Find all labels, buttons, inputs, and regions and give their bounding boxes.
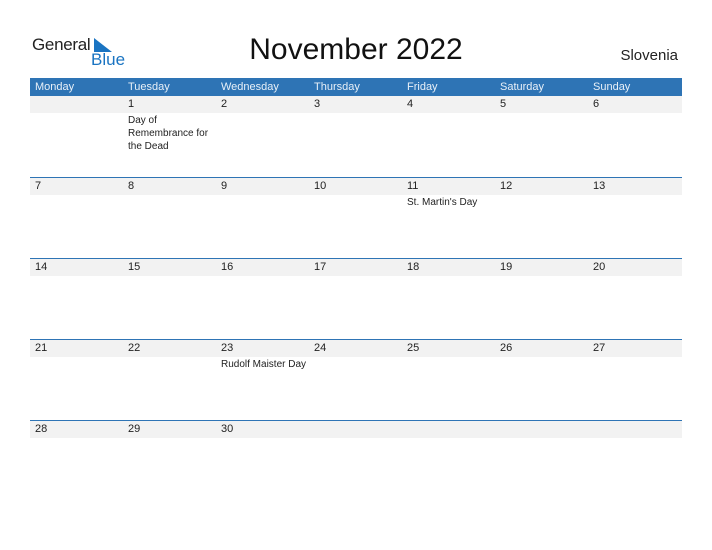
holiday-label: [309, 438, 402, 439]
date-number: 13: [593, 180, 606, 192]
date-number: 20: [593, 261, 606, 273]
holiday-label: [216, 195, 309, 209]
date-number: 14: [35, 261, 48, 273]
date-number: 19: [500, 261, 513, 273]
holiday-row: [30, 276, 682, 277]
weekday-header: Monday Tuesday Wednesday Thursday Friday…: [30, 78, 682, 96]
holiday-label: [402, 276, 495, 277]
holiday-label: [123, 276, 216, 277]
date-number: 22: [128, 342, 141, 354]
date-number: 10: [314, 180, 327, 192]
holiday-label: [495, 276, 588, 277]
date-number: 17: [314, 261, 327, 273]
date-number: 11: [407, 180, 419, 192]
week-row: 1 2 3 4 5 6 Day of Remembrance for the Dead: [30, 96, 682, 177]
date-number: 27: [593, 342, 606, 354]
date-number: [30, 96, 123, 113]
holiday-label: [309, 357, 402, 371]
holiday-label: [495, 357, 588, 371]
weekday-saturday: Saturday: [500, 81, 545, 93]
date-number: 12: [500, 180, 513, 192]
holiday-label: [309, 195, 402, 209]
holiday-label: [495, 195, 588, 209]
holiday-label: [123, 438, 216, 439]
week-row: 28 29 30: [30, 420, 682, 501]
date-number: 16: [221, 261, 234, 273]
holiday-label: [30, 357, 123, 371]
date-number: 21: [35, 342, 48, 354]
holiday-row: [30, 438, 682, 439]
holiday-label: Rudolf Maister Day: [221, 359, 307, 370]
holiday-label: [588, 195, 681, 209]
week-row: 21 22 23 24 25 26 27 Rudolf Maister Day: [30, 339, 682, 420]
weekday-tuesday: Tuesday: [128, 81, 170, 93]
date-number: 26: [500, 342, 513, 354]
date-strip: 14 15 16 17 18 19 20: [30, 259, 682, 276]
weekday-thursday: Thursday: [314, 81, 360, 93]
date-number: 15: [128, 261, 141, 273]
holiday-label: [123, 357, 216, 371]
calendar-grid: Monday Tuesday Wednesday Thursday Friday…: [30, 78, 682, 501]
holiday-label: [588, 113, 681, 153]
holiday-label: [402, 113, 495, 153]
date-strip: 21 22 23 24 25 26 27: [30, 340, 682, 357]
holiday-label: [309, 113, 402, 153]
date-number: [495, 421, 588, 438]
holiday-label: [216, 113, 309, 153]
holiday-label: [216, 276, 309, 277]
holiday-label: [495, 438, 588, 439]
holiday-label: [30, 276, 123, 277]
holiday-label: [309, 276, 402, 277]
week-row: 7 8 9 10 11 12 13 St. Martin's Day: [30, 177, 682, 258]
weekday-monday: Monday: [35, 81, 75, 93]
date-number: [588, 421, 681, 438]
holiday-label: [588, 438, 681, 439]
holiday-label: [402, 438, 495, 439]
weekday-friday: Friday: [407, 81, 438, 93]
country-label: Slovenia: [620, 47, 678, 64]
date-number: 28: [35, 423, 48, 435]
holiday-label: [588, 276, 681, 277]
date-number: 9: [221, 180, 228, 192]
date-strip: 28 29 30: [30, 421, 682, 438]
holiday-label: [30, 195, 123, 209]
date-number: 3: [314, 98, 321, 110]
date-number: 23: [221, 342, 234, 354]
weekday-sunday: Sunday: [593, 81, 631, 93]
holiday-row: Day of Remembrance for the Dead: [30, 113, 682, 153]
holiday-label: [402, 357, 495, 371]
holiday-label: [495, 113, 588, 153]
week-row: 14 15 16 17 18 19 20: [30, 258, 682, 339]
date-number: 29: [128, 423, 141, 435]
date-number: 7: [35, 180, 42, 192]
date-number: 6: [593, 98, 600, 110]
date-number: 2: [221, 98, 228, 110]
date-number: 1: [128, 98, 135, 110]
holiday-label: Day of Remembrance for the Dead: [128, 115, 209, 152]
date-number: 24: [314, 342, 327, 354]
date-number: [402, 421, 495, 438]
date-number: 5: [500, 98, 507, 110]
date-number: 4: [407, 98, 414, 110]
date-number: [309, 421, 402, 438]
date-number: 8: [128, 180, 135, 192]
date-number: 25: [407, 342, 420, 354]
holiday-label: [30, 438, 123, 439]
holiday-label: St. Martin's Day: [407, 197, 478, 208]
holiday-label: [588, 357, 681, 371]
weekday-wednesday: Wednesday: [221, 81, 279, 93]
date-strip: 7 8 9 10 11 12 13: [30, 178, 682, 195]
holiday-row: Rudolf Maister Day: [30, 357, 682, 371]
holiday-label: [30, 113, 123, 153]
holiday-label: [123, 195, 216, 209]
holiday-label: [216, 438, 309, 439]
date-number: 30: [221, 423, 234, 435]
calendar-title: November 2022: [249, 33, 463, 66]
date-number: 18: [407, 261, 420, 273]
date-strip: 1 2 3 4 5 6: [30, 96, 682, 113]
holiday-row: St. Martin's Day: [30, 195, 682, 209]
